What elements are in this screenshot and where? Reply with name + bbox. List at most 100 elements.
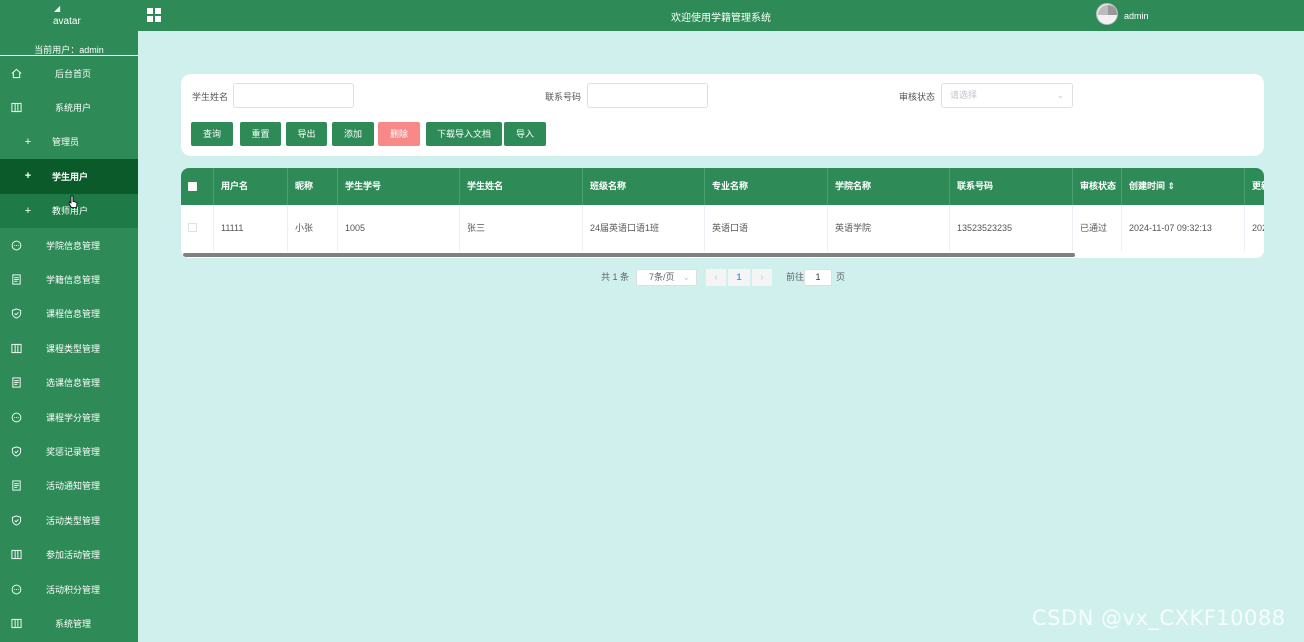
import-button[interactable]: 导入 bbox=[504, 122, 546, 146]
sidebar-item[interactable]: + 管理员 bbox=[0, 125, 138, 159]
plus-icon: + bbox=[24, 170, 32, 183]
reset-button[interactable]: 重置 bbox=[240, 122, 281, 146]
broken-image-icon: ◢ bbox=[54, 4, 61, 13]
table-cell: 202 bbox=[1252, 223, 1264, 233]
sidebar-item-label: 系统用户 bbox=[54, 103, 91, 114]
table-row[interactable]: 11111 小张 1005 张三 24届英语口语1班 英语口语 英语学院 135… bbox=[181, 205, 1264, 251]
column-header[interactable]: 学生姓名 bbox=[460, 168, 583, 205]
sidebar-item-label: 奖惩记录管理 bbox=[45, 446, 100, 457]
page-number-1[interactable]: 1 bbox=[728, 269, 750, 286]
plus-icon: + bbox=[24, 204, 32, 217]
add-button[interactable]: 添加 bbox=[332, 122, 374, 146]
columns-icon bbox=[10, 549, 22, 561]
horizontal-scrollbar[interactable] bbox=[183, 253, 1075, 257]
sidebar-item-label: 学生用户 bbox=[52, 171, 89, 182]
column-header[interactable]: 班级名称 bbox=[583, 168, 705, 205]
sidebar-item-label: 参加活动管理 bbox=[45, 550, 100, 561]
table-cell: 2024-11-07 09:32:13 bbox=[1122, 205, 1245, 251]
sidebar-item-label: 课程类型管理 bbox=[45, 343, 100, 354]
sidebar-item[interactable]: 后台首页 bbox=[0, 56, 138, 90]
query-button[interactable]: 查询 bbox=[191, 122, 233, 146]
page-suffix-label: 页 bbox=[836, 272, 846, 282]
columns-icon bbox=[10, 102, 22, 114]
prev-page-button[interactable]: ‹ bbox=[706, 269, 726, 286]
sidebar-item-label: 系统管理 bbox=[54, 618, 91, 629]
sidebar-item-label: 课程信息管理 bbox=[45, 309, 100, 320]
page-size-value: 7条/页 bbox=[649, 272, 675, 282]
sidebar-item[interactable]: 系统管理 bbox=[0, 606, 138, 640]
column-header[interactable]: 专业名称 bbox=[705, 168, 828, 205]
export-button[interactable]: 导出 bbox=[286, 122, 327, 146]
column-header[interactable]: 用户名 bbox=[214, 168, 288, 205]
columns-icon bbox=[10, 342, 22, 354]
sidebar-item[interactable]: 参加活动管理 bbox=[0, 537, 138, 571]
status-label: 审核状态 bbox=[899, 92, 936, 102]
row-checkbox[interactable] bbox=[188, 223, 197, 232]
page-size-select[interactable]: 7条/页 ⌄ bbox=[636, 269, 697, 286]
columns-icon bbox=[10, 617, 22, 629]
table-cell: 11111 bbox=[214, 205, 288, 251]
sidebar-item[interactable]: 活动通知管理 bbox=[0, 469, 138, 503]
sidebar-menu: 后台首页 系统用户 + 管理员 + 学生用户 + 教师用户 学院信息管理 学籍信息管理 课程信息管理… bbox=[0, 56, 138, 641]
column-header[interactable]: 昵称 bbox=[288, 168, 338, 205]
column-header[interactable]: 审核状态 bbox=[1073, 168, 1122, 205]
row-select-cell bbox=[181, 205, 214, 251]
delete-button[interactable]: 删除 bbox=[378, 122, 420, 146]
sidebar-item-label: 活动积分管理 bbox=[45, 584, 100, 595]
student-name-input[interactable] bbox=[233, 83, 354, 108]
sidebar-item-label: 后台首页 bbox=[54, 68, 91, 79]
sidebar-item[interactable]: 系统用户 bbox=[0, 90, 138, 124]
column-header[interactable]: 学院名称 bbox=[828, 168, 950, 205]
sidebar-item[interactable]: 学籍信息管理 bbox=[0, 262, 138, 296]
chevron-down-icon: ⌄ bbox=[682, 272, 690, 282]
select-all-cell bbox=[181, 168, 214, 205]
table-cell: 英语学院 bbox=[828, 205, 950, 251]
user-avatar[interactable] bbox=[1096, 3, 1118, 25]
sidebar-item[interactable]: 活动类型管理 bbox=[0, 503, 138, 537]
avatar-alt-text: avatar bbox=[53, 16, 81, 27]
shield-icon bbox=[10, 514, 22, 526]
pagination-total: 共 1 条 bbox=[601, 272, 630, 282]
column-header[interactable]: 联系号码 bbox=[950, 168, 1073, 205]
document-icon bbox=[10, 480, 22, 492]
header-user-name[interactable]: admin bbox=[1124, 11, 1149, 21]
sidebar-item[interactable]: 课程信息管理 bbox=[0, 297, 138, 331]
table-cell: 24届英语口语1班 bbox=[583, 205, 705, 251]
sidebar-item[interactable]: + 学生用户 bbox=[0, 159, 138, 194]
next-page-button[interactable]: › bbox=[752, 269, 772, 286]
table-header: 用户名 昵称 学生学号 学生姓名 班级名称 专业名称 学院名称 联系号码 审核状… bbox=[181, 168, 1264, 205]
select-all-checkbox[interactable] bbox=[188, 182, 197, 191]
phone-input[interactable] bbox=[587, 83, 708, 108]
sidebar-item[interactable]: 学院信息管理 bbox=[0, 228, 138, 262]
table-cell: 13523523235 bbox=[950, 205, 1073, 251]
student-name-label: 学生姓名 bbox=[192, 92, 229, 102]
column-header[interactable]: 更新 bbox=[1245, 168, 1264, 205]
chevron-down-icon: ⌄ bbox=[1056, 90, 1064, 100]
watermark: CSDN @vx_CXKF10088 bbox=[1032, 606, 1286, 630]
sidebar-item[interactable]: 课程类型管理 bbox=[0, 331, 138, 365]
home-icon bbox=[10, 67, 22, 79]
shield-icon bbox=[10, 445, 22, 457]
status-select-placeholder: 请选择 bbox=[950, 90, 978, 100]
search-panel: 学生姓名 联系号码 审核状态 请选择 ⌄ 查询 重置 导出 添加 删除 下载导入… bbox=[181, 74, 1264, 156]
sidebar-item[interactable]: 活动积分管理 bbox=[0, 572, 138, 606]
sidebar-item-label: 学院信息管理 bbox=[45, 240, 100, 251]
column-header[interactable]: 学生学号 bbox=[338, 168, 460, 205]
sidebar-item-label: 活动类型管理 bbox=[45, 515, 100, 526]
table-cell: 已通过 bbox=[1073, 205, 1122, 251]
shield-icon bbox=[10, 308, 22, 320]
sidebar: ◢ avatar 当前用户：admin 后台首页 系统用户 + 管理员 + 学生用户 + 教师… bbox=[0, 0, 138, 642]
sidebar-item-label: 课程学分管理 bbox=[45, 412, 100, 423]
chat-icon bbox=[10, 239, 22, 251]
download-template-button[interactable]: 下载导入文档 bbox=[426, 122, 502, 146]
sidebar-item[interactable]: 奖惩记录管理 bbox=[0, 434, 138, 468]
chat-icon bbox=[10, 583, 22, 595]
status-select[interactable]: 请选择 ⌄ bbox=[941, 83, 1073, 108]
sidebar-item[interactable]: 选课信息管理 bbox=[0, 366, 138, 400]
sidebar-item[interactable]: 课程学分管理 bbox=[0, 400, 138, 434]
data-table: 用户名 昵称 学生学号 学生姓名 班级名称 专业名称 学院名称 联系号码 审核状… bbox=[181, 168, 1264, 258]
column-header-sortable[interactable]: 创建时间 ⇕ bbox=[1122, 168, 1245, 205]
goto-page-input[interactable]: 1 bbox=[804, 269, 832, 286]
table-cell: 张三 bbox=[460, 205, 583, 251]
sidebar-item-label: 学籍信息管理 bbox=[45, 275, 100, 286]
